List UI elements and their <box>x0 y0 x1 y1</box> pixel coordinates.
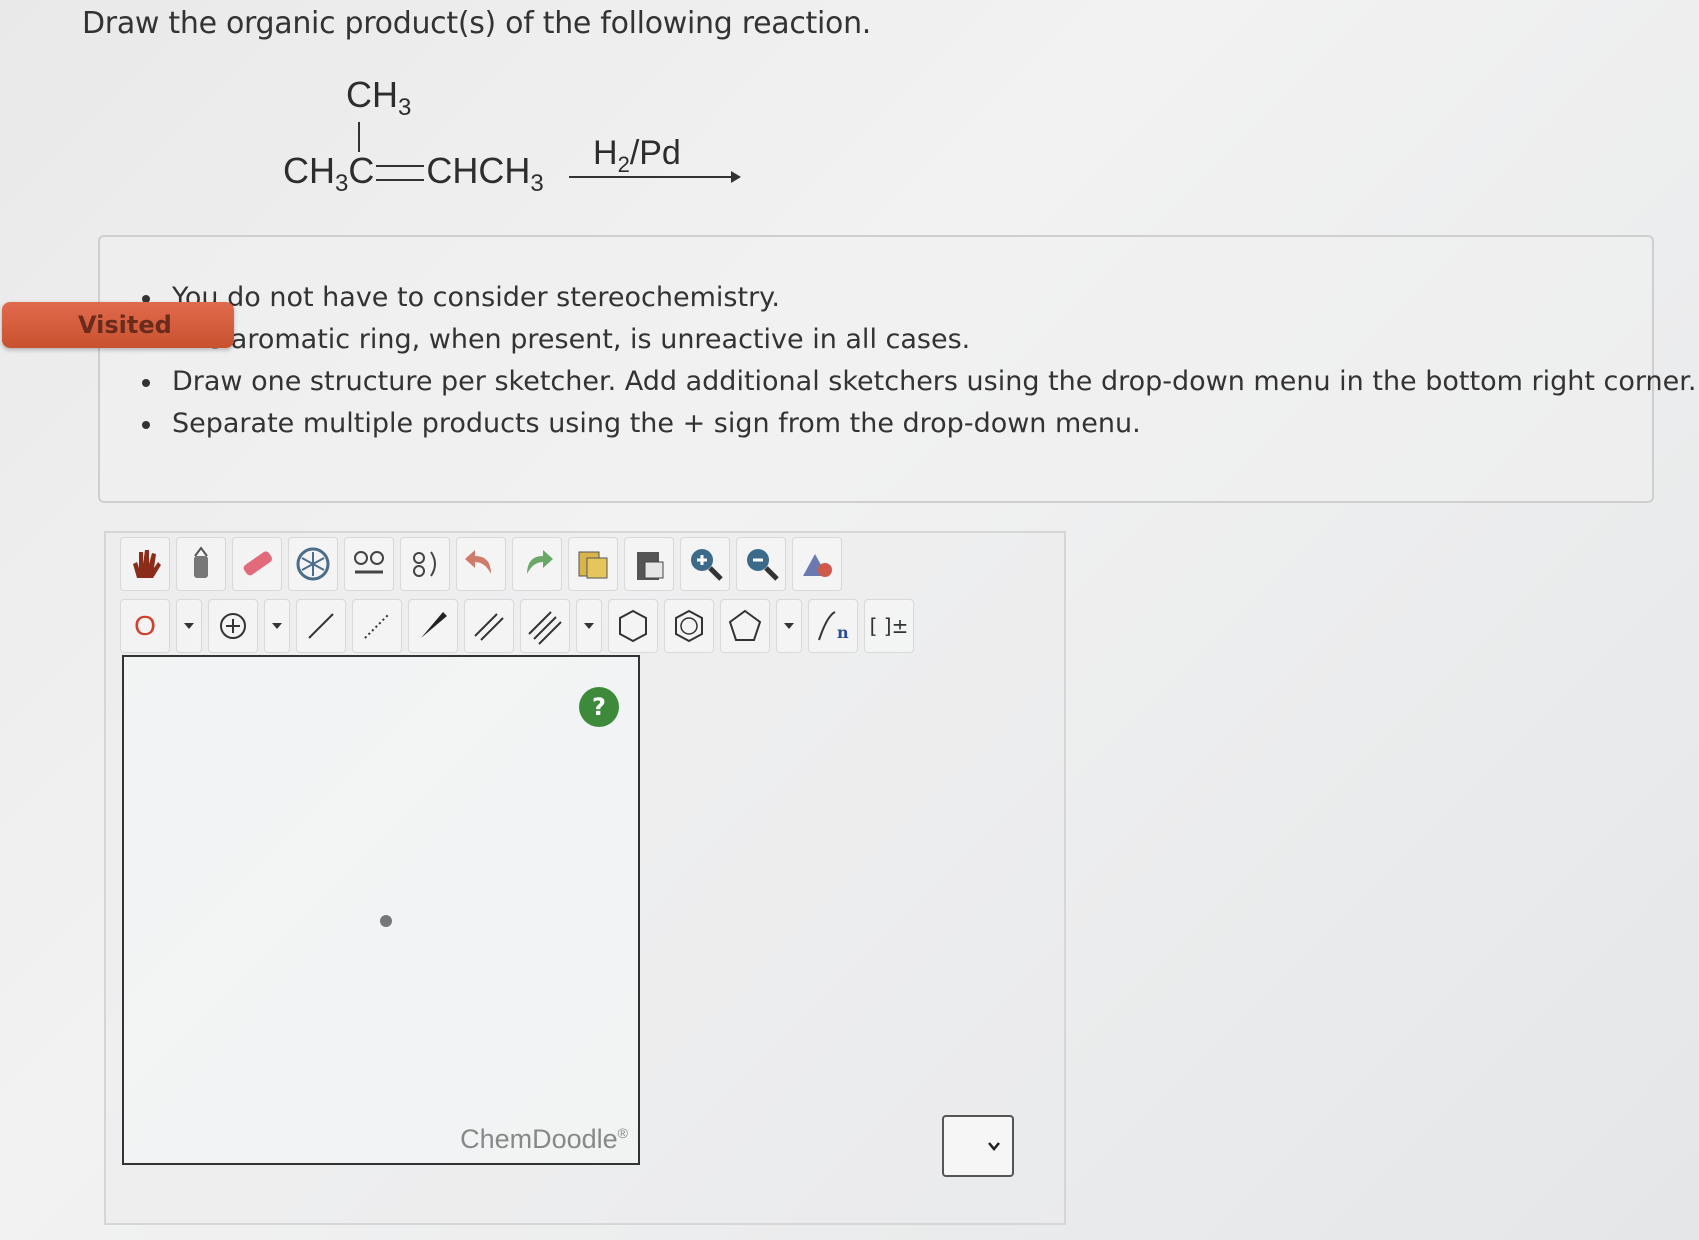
visited-badge: Visited <box>2 302 234 348</box>
clean-button[interactable] <box>792 537 842 591</box>
benzene-icon <box>675 609 703 643</box>
brand-text: ChemDoodle <box>460 1124 618 1154</box>
wedge-bond-button[interactable] <box>408 599 458 653</box>
canvas-dot <box>380 915 392 927</box>
instruction-item: You do not have to consider stereochemis… <box>141 277 1696 319</box>
clear-tool-button[interactable] <box>288 537 338 591</box>
double-bond-icon <box>474 613 504 641</box>
cyclohexane-button[interactable] <box>608 599 658 653</box>
instruction-item: Separate multiple products using the + s… <box>141 403 1696 445</box>
single-bond-icon <box>308 613 334 639</box>
hand-icon <box>133 550 161 578</box>
eraser-icon <box>243 551 272 576</box>
brand-mark: ® <box>617 1125 628 1141</box>
wedge-bond-icon <box>421 612 447 638</box>
reactant-formula: CH3C CHCH3 <box>283 150 544 198</box>
chemdoodle-brand: ChemDoodle® <box>460 1124 628 1155</box>
svg-text:n: n <box>837 623 849 642</box>
instruction-item: The aromatic ring, when present, is unre… <box>141 319 1696 361</box>
zoom-out-icon <box>747 549 779 581</box>
ring-dropdown-button[interactable] <box>776 599 802 653</box>
eraser-tool-button[interactable] <box>232 537 282 591</box>
single-bond <box>358 122 360 152</box>
triple-bond-button[interactable] <box>520 599 570 653</box>
paste-button[interactable] <box>624 537 674 591</box>
drawing-canvas[interactable]: ? ChemDoodle® <box>122 655 640 1165</box>
pan-tool-button[interactable] <box>120 537 170 591</box>
chain-n-icon: n <box>818 611 849 642</box>
instruction-item: Draw one structure per sketcher. Add add… <box>141 361 1696 403</box>
reaction-scheme: CH3 CH3C CHCH3 H2/Pd <box>283 70 763 210</box>
reactant-left: CH3C <box>283 150 375 198</box>
instructions-list: You do not have to consider stereochemis… <box>141 277 1696 445</box>
toolbar-row-2: O n [ ]± <box>120 599 914 653</box>
triangle-down-icon <box>184 623 194 629</box>
question-text: Draw the organic product(s) of the follo… <box>82 6 872 41</box>
help-button[interactable]: ? <box>579 687 619 727</box>
methyl-group: CH3 <box>346 74 412 122</box>
atom-label-button[interactable]: O <box>120 599 170 653</box>
triangle-down-icon <box>272 623 282 629</box>
undo-button[interactable] <box>456 537 506 591</box>
charge-button[interactable] <box>208 599 258 653</box>
lasso-tool-button[interactable] <box>176 537 226 591</box>
zoom-in-icon <box>691 549 723 581</box>
chain-button[interactable]: n <box>808 599 858 653</box>
triangle-down-icon <box>784 623 794 629</box>
single-bond-button[interactable] <box>296 599 346 653</box>
redo-button[interactable] <box>512 537 562 591</box>
zoom-out-button[interactable] <box>736 537 786 591</box>
atom-label: O <box>134 610 156 641</box>
lasso-icon <box>194 546 208 578</box>
dashed-bond-button[interactable] <box>352 599 402 653</box>
reagent-label: H2/Pd <box>593 134 681 177</box>
molecule-flip-icon <box>354 551 384 574</box>
triple-bond-icon <box>528 611 562 645</box>
chevron-down-icon <box>988 1142 1000 1151</box>
reaction-arrow <box>569 171 741 183</box>
copy-button[interactable] <box>568 537 618 591</box>
bracket-button[interactable]: [ ]± <box>864 599 914 653</box>
clean-structure-icon <box>803 554 832 577</box>
center-tool-button[interactable] <box>344 537 394 591</box>
benzene-button[interactable] <box>664 599 714 653</box>
rotate-tool-button[interactable] <box>400 537 450 591</box>
charge-dropdown-button[interactable] <box>264 599 290 653</box>
instructions-box: You do not have to consider stereochemis… <box>98 235 1696 503</box>
triangle-down-icon <box>584 623 594 629</box>
sketcher-dropdown[interactable] <box>942 1115 1014 1177</box>
pentagon-icon <box>728 609 762 641</box>
double-bond-button[interactable] <box>464 599 514 653</box>
dashed-bond-icon <box>364 613 390 639</box>
toolbar-row-1 <box>120 537 842 591</box>
atom-dropdown-button[interactable] <box>176 599 202 653</box>
double-bond <box>376 165 425 182</box>
snowflake-icon <box>296 547 330 581</box>
copy-icon <box>578 551 608 579</box>
chemdoodle-sketcher: O n [ ]± ? ChemDoodle® <box>104 531 1066 1225</box>
zoom-in-button[interactable] <box>680 537 730 591</box>
hexagon-icon <box>619 609 647 643</box>
molecule-rotate-icon <box>413 551 436 577</box>
undo-icon <box>465 550 491 574</box>
redo-icon <box>527 550 553 574</box>
plus-charge-icon <box>220 613 246 639</box>
cyclopentane-button[interactable] <box>720 599 770 653</box>
reactant-right: CHCH3 <box>426 150 544 198</box>
clipboard-icon <box>637 552 664 580</box>
bond-dropdown-button[interactable] <box>576 599 602 653</box>
bracket-label: [ ]± <box>869 614 909 638</box>
